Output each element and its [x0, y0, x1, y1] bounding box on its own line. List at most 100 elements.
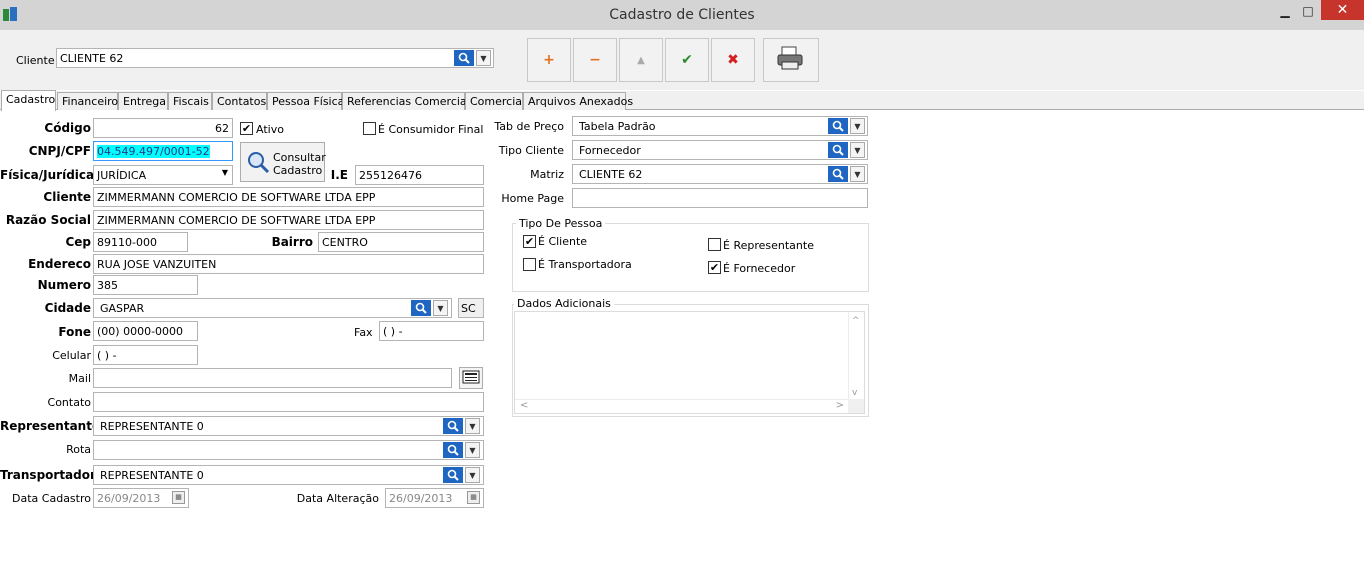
add-button[interactable]: + [527, 38, 571, 82]
e-transportadora-label: É Transportadora [538, 258, 632, 271]
fisica-juridica-select[interactable]: JURÍDICA ▼ [93, 165, 233, 185]
e-fornecedor-checkbox[interactable]: ✔ [708, 261, 721, 274]
tab-fiscais[interactable]: Fiscais [168, 92, 212, 110]
maximize-button[interactable]: □ [1295, 2, 1321, 20]
razao-social-field[interactable]: ZIMMERMANN COMERCIO DE SOFTWARE LTDA EPP [93, 210, 484, 230]
data-cadastro-field[interactable]: 26/09/2013 ▦ [93, 488, 189, 508]
tab-arquivos-anexados[interactable]: Arquivos Anexados [523, 92, 633, 110]
tab-comercial[interactable]: Comercial [465, 92, 525, 110]
chevron-down-icon[interactable]: ▼ [465, 418, 480, 434]
calendar-icon[interactable]: ▦ [467, 491, 480, 504]
tab-contatos[interactable]: Contatos [212, 92, 267, 110]
search-icon[interactable] [443, 442, 463, 458]
contato-field[interactable] [93, 392, 484, 412]
numero-label: Numero [37, 278, 91, 292]
tab-entrega[interactable]: Entrega [118, 92, 168, 110]
calendar-icon[interactable]: ▦ [172, 491, 185, 504]
fisica-juridica-label: Física/Jurídica [0, 168, 95, 182]
mail-button[interactable] [459, 367, 483, 389]
chevron-down-icon[interactable]: ▼ [850, 142, 865, 158]
tipo-cliente-label: Tipo Cliente [498, 144, 564, 157]
representante-field[interactable]: REPRESENTANTE 0 ▼ [93, 416, 484, 436]
cliente-field[interactable]: ZIMMERMANN COMERCIO DE SOFTWARE LTDA EPP [93, 187, 484, 207]
e-transportadora-checkbox[interactable] [523, 258, 536, 271]
rota-field[interactable]: ▼ [93, 440, 484, 460]
ativo-checkbox[interactable]: ✔ [240, 122, 253, 135]
tab-cadastro[interactable]: Cadastro [1, 90, 56, 111]
search-icon[interactable] [443, 467, 463, 483]
matriz-value: CLIENTE 62 [579, 168, 643, 181]
search-icon[interactable] [828, 118, 848, 134]
ativo-label: Ativo [256, 123, 284, 136]
chevron-down-icon[interactable]: ▼ [476, 50, 491, 66]
print-button[interactable] [763, 38, 819, 82]
tipo-cliente-select[interactable]: Fornecedor ▼ [572, 140, 868, 160]
scroll-left-icon[interactable]: < [520, 400, 528, 411]
tab-preco-select[interactable]: Tabela Padrão ▼ [572, 116, 868, 136]
chevron-down-icon[interactable]: ▼ [465, 442, 480, 458]
cidade-field[interactable]: GASPAR ▼ [93, 298, 452, 318]
search-icon[interactable] [828, 166, 848, 182]
ie-field[interactable]: 255126476 [355, 165, 484, 185]
cep-label: Cep [65, 235, 91, 249]
e-cliente-checkbox[interactable]: ✔ [523, 235, 536, 248]
cliente-selector-label: Cliente [16, 54, 55, 67]
chevron-down-icon[interactable]: ▼ [433, 300, 448, 316]
numero-field[interactable]: 385 [93, 275, 198, 295]
celular-field[interactable]: ( ) - [93, 345, 198, 365]
uf-field[interactable]: SC [458, 298, 484, 318]
search-icon[interactable] [411, 300, 431, 316]
tab-financeiro[interactable]: Financeiro [57, 92, 118, 110]
e-representante-checkbox[interactable] [708, 238, 721, 251]
tab-bar: Cadastro Financeiro Entrega Fiscais Cont… [0, 90, 1364, 111]
e-cliente-label: É Cliente [538, 235, 588, 248]
title-bar: Cadastro de Clientes ▁ □ ✕ [0, 0, 1364, 30]
transportadora-value: REPRESENTANTE 0 [100, 469, 204, 482]
confirm-button[interactable]: ✔ [665, 38, 709, 82]
chevron-down-icon[interactable]: ▼ [465, 467, 480, 483]
scroll-down-icon[interactable]: v [852, 388, 857, 398]
scroll-up-icon[interactable]: ^ [852, 316, 860, 326]
consultar-cadastro-button[interactable]: Consultar Cadastro [240, 142, 326, 182]
mail-icon [462, 370, 480, 387]
tab-referencias-comerciais[interactable]: Referencias Comerciais [342, 92, 475, 110]
mail-label: Mail [68, 372, 91, 385]
remove-button[interactable]: − [573, 38, 617, 82]
data-alteracao-field[interactable]: 26/09/2013 ▦ [385, 488, 484, 508]
bairro-field[interactable]: CENTRO [318, 232, 484, 252]
fone-field[interactable]: (00) 0000-0000 [93, 321, 198, 341]
codigo-field[interactable]: 62 [93, 118, 233, 138]
consultar-label-2: Cadastro [273, 164, 323, 177]
search-icon[interactable] [454, 50, 474, 66]
dados-adicionais-textarea[interactable]: ^ v < > [514, 311, 865, 414]
transportadora-field[interactable]: REPRESENTANTE 0 ▼ [93, 465, 484, 485]
cnpj-value: 04.549.497/0001-52 [97, 145, 210, 158]
chevron-down-icon[interactable]: ▼ [850, 118, 865, 134]
search-icon[interactable] [828, 142, 848, 158]
fisica-juridica-value: JURÍDICA [97, 169, 147, 182]
matriz-select[interactable]: CLIENTE 62 ▼ [572, 164, 868, 184]
home-page-field[interactable] [572, 188, 868, 208]
contato-label: Contato [47, 396, 91, 409]
fax-field[interactable]: ( ) - [379, 321, 484, 341]
cancel-button[interactable]: ✖ [711, 38, 755, 82]
endereco-field[interactable]: RUA JOSE VANZUITEN [93, 254, 484, 274]
scroll-right-icon[interactable]: > [836, 400, 844, 411]
search-icon[interactable] [443, 418, 463, 434]
tab-pessoa-fisica[interactable]: Pessoa Física [267, 92, 344, 110]
chevron-down-icon[interactable]: ▼ [850, 166, 865, 182]
ie-label: I.E [330, 168, 348, 182]
cnpj-field[interactable]: 04.549.497/0001-52 [93, 141, 233, 161]
move-up-button[interactable]: ▲ [619, 38, 663, 82]
e-fornecedor-label: É Fornecedor [723, 262, 796, 275]
vertical-scrollbar[interactable]: ^ v [848, 312, 864, 400]
consumidor-final-checkbox[interactable] [363, 122, 376, 135]
codigo-label: Código [44, 121, 91, 135]
consultar-label-1: Consultar [273, 151, 326, 164]
horizontal-scrollbar[interactable]: < > [515, 399, 850, 413]
cep-field[interactable]: 89110-000 [93, 232, 188, 252]
data-alteracao-label: Data Alteração [296, 492, 379, 505]
mail-field[interactable] [93, 368, 452, 388]
cliente-selector-input[interactable]: CLIENTE 62 ▼ [56, 48, 494, 68]
close-button[interactable]: ✕ [1321, 0, 1364, 20]
